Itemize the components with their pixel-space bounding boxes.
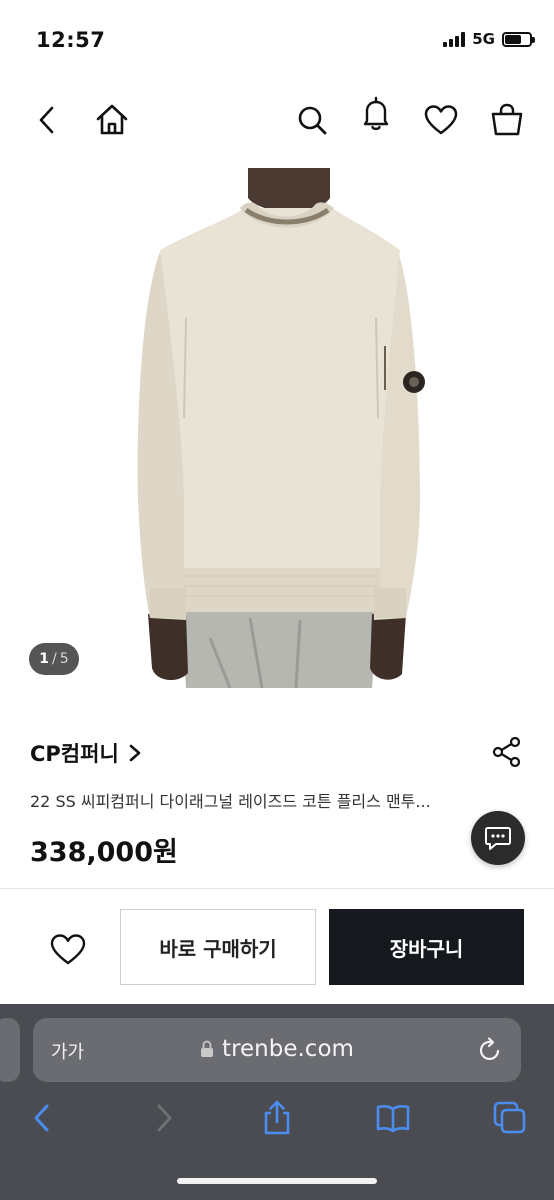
reload-icon[interactable] [477, 1036, 503, 1064]
buy-now-button[interactable]: 바로 구매하기 [120, 909, 316, 985]
lock-icon [201, 1040, 214, 1057]
network-type: 5G [472, 30, 495, 48]
tabs-icon[interactable] [492, 1100, 528, 1136]
url-text: trenbe.com [222, 1036, 354, 1062]
share-icon[interactable] [492, 736, 522, 768]
bell-icon[interactable] [356, 94, 396, 134]
status-indicators: 5G [443, 30, 535, 48]
sweater-photo [137, 168, 425, 688]
product-image[interactable] [0, 168, 554, 688]
product-price: 338,000원 [30, 837, 178, 868]
product-title: 22 SS 씨피컴퍼니 다이래그널 레이즈드 코튼 플리스 맨투... [30, 792, 431, 811]
search-icon[interactable] [292, 100, 332, 140]
signal-icon [443, 31, 466, 47]
browser-forward-icon[interactable] [145, 1100, 181, 1136]
browser-back-icon[interactable] [25, 1100, 61, 1136]
home-indicator [177, 1178, 377, 1184]
status-time: 12:57 [36, 28, 106, 52]
purchase-bar: 바로 구매하기 장바구니 [0, 888, 554, 1004]
add-to-cart-button[interactable]: 장바구니 [329, 909, 524, 985]
image-counter: 1 / 5 [29, 643, 79, 675]
heart-icon[interactable] [421, 100, 461, 140]
back-icon[interactable] [28, 100, 68, 140]
brand-link[interactable]: CP컴퍼니 [30, 738, 143, 768]
app-header [0, 90, 554, 150]
image-counter-separator: / [52, 651, 57, 667]
url-display[interactable]: trenbe.com [33, 1036, 521, 1062]
chat-button[interactable] [471, 811, 525, 865]
chat-icon [485, 827, 511, 850]
battery-icon [502, 31, 535, 47]
bag-icon[interactable] [487, 100, 527, 140]
image-counter-total: 5 [59, 651, 69, 667]
home-icon[interactable] [92, 100, 132, 140]
chevron-right-icon [129, 744, 141, 762]
browser-toolbar: 가가 trenbe.com [0, 1004, 554, 1200]
brand-name: CP컴퍼니 [30, 742, 119, 766]
bookmarks-icon[interactable] [375, 1100, 411, 1136]
image-counter-current: 1 [39, 651, 50, 667]
status-bar: 12:57 5G [0, 0, 554, 80]
previous-tab-preview[interactable] [0, 1018, 20, 1082]
share-sheet-icon[interactable] [259, 1100, 295, 1136]
address-bar[interactable]: 가가 trenbe.com [33, 1018, 521, 1082]
wishlist-heart-icon[interactable] [47, 929, 89, 969]
